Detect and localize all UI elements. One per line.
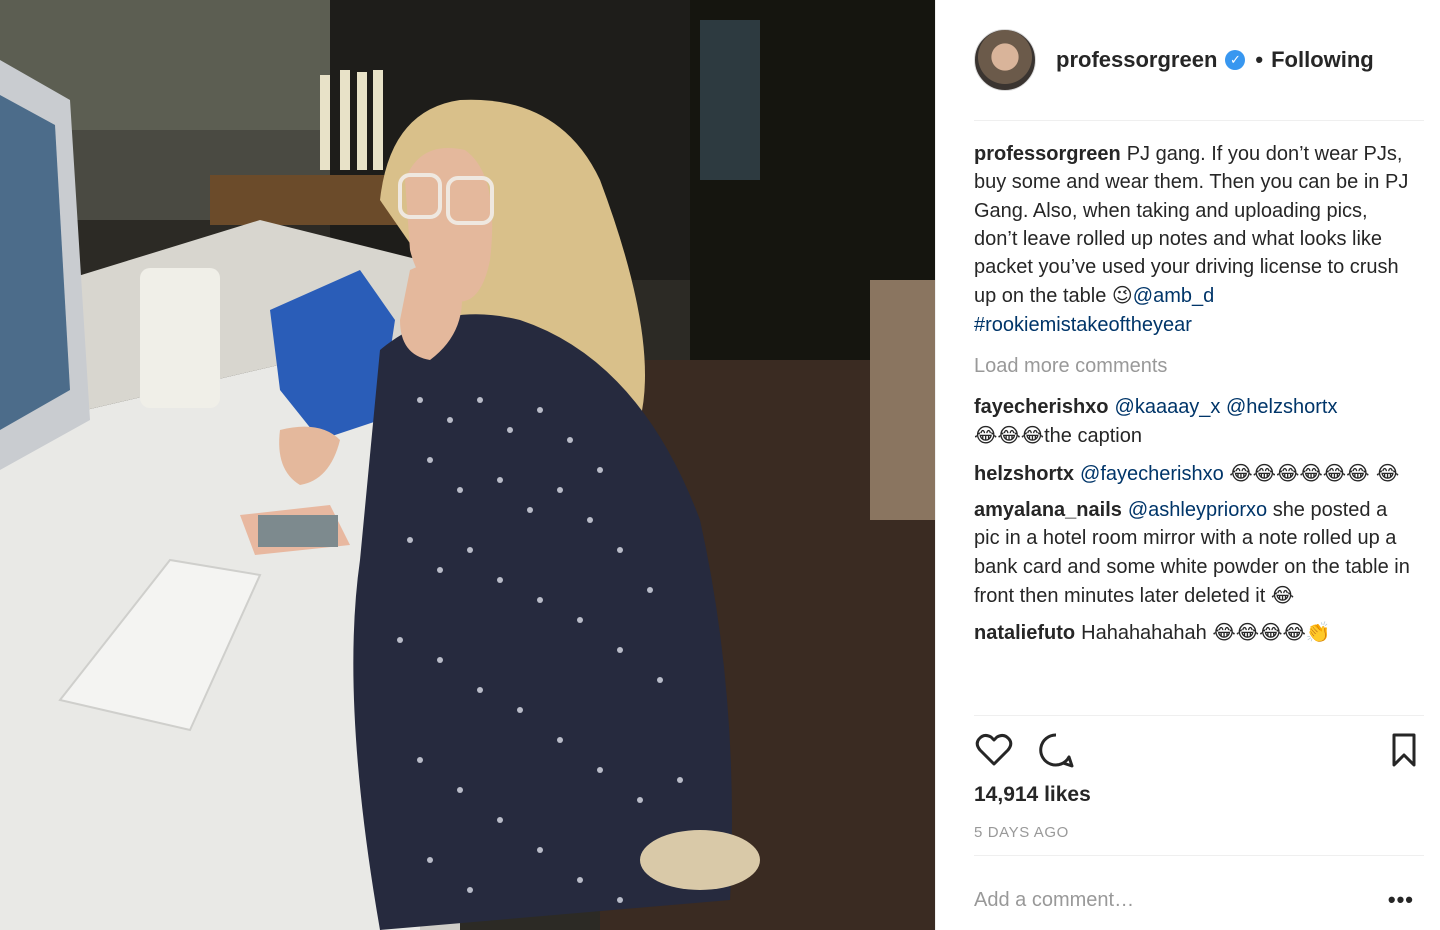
- comment-emoji: 😂: [1270, 582, 1295, 607]
- comment-bubble-icon[interactable]: [1036, 730, 1076, 770]
- comment-mention[interactable]: @ashleypriorxo: [1128, 499, 1267, 521]
- comment-username[interactable]: helzshortx: [974, 463, 1074, 485]
- comment-mention[interactable]: @fayecherishxo: [1080, 463, 1224, 485]
- comment-mention[interactable]: @kaaaay_x @helzshortx: [1115, 396, 1338, 418]
- comment-text: the caption: [1044, 425, 1142, 448]
- caption-hashtag[interactable]: #rookiemistakeoftheyear: [974, 314, 1192, 336]
- post-side-panel: professorgreen ✓ • Following professorgr…: [935, 0, 1440, 930]
- heart-icon[interactable]: [974, 730, 1014, 770]
- header-username[interactable]: professorgreen: [1056, 47, 1217, 73]
- footer-divider: [974, 855, 1424, 856]
- comment-emoji: 😂😂😂😂😂😂 😂: [1229, 460, 1400, 485]
- caption-username[interactable]: professorgreen: [974, 143, 1121, 165]
- comment-username[interactable]: amyalana_nails: [974, 499, 1122, 521]
- verified-check-icon: ✓: [1225, 50, 1246, 70]
- header-separator: •: [1255, 47, 1264, 72]
- list-item: nataliefuto Hahahahahah 😂😂😂😂👏: [974, 618, 1414, 647]
- comment-text: Hahahahahah: [1081, 622, 1207, 645]
- likes-count[interactable]: 14,914 likes: [974, 783, 1091, 807]
- caption-emoji: 😉: [1111, 283, 1133, 308]
- photo-illustration: [0, 0, 935, 930]
- comments-divider: [974, 715, 1424, 716]
- comment-emoji: 😂😂😂😂👏: [1212, 620, 1331, 645]
- list-item: fayecherishxo @kaaaay_x @helzshortx 😂😂😂th…: [974, 393, 1414, 451]
- caption-text: PJ gang. If you don’t wear PJs, buy some…: [974, 143, 1409, 308]
- following-button[interactable]: Following: [1271, 47, 1374, 73]
- add-comment-row: •••: [974, 880, 1414, 920]
- post-actions: [974, 730, 1424, 774]
- load-more-comments-button[interactable]: Load more comments: [974, 353, 1414, 379]
- post-header: professorgreen ✓ • Following: [974, 28, 1424, 92]
- add-comment-input[interactable]: [974, 888, 1354, 912]
- avatar[interactable]: [974, 29, 1036, 91]
- more-options-icon[interactable]: •••: [1388, 887, 1414, 913]
- caption-mention[interactable]: @amb_d: [1133, 285, 1214, 307]
- header-divider: [974, 120, 1424, 121]
- list-item: helzshortx @fayecherishxo 😂😂😂😂😂😂 😂: [974, 459, 1414, 488]
- comments-list[interactable]: professorgreen PJ gang. If you don’t wear…: [974, 140, 1414, 715]
- header-user-row: professorgreen ✓ • Following: [1056, 47, 1374, 73]
- comment-emoji: 😂😂😂: [974, 423, 1045, 448]
- list-item: amyalana_nails @ashleypriorxo she posted …: [974, 496, 1414, 610]
- bookmark-icon[interactable]: [1384, 730, 1424, 770]
- post-timestamp[interactable]: 5 DAYS AGO: [974, 824, 1069, 841]
- comment-username[interactable]: fayecherishxo: [974, 396, 1109, 418]
- post-photo[interactable]: [0, 0, 935, 930]
- caption: professorgreen PJ gang. If you don’t wear…: [974, 140, 1414, 339]
- comment-username[interactable]: nataliefuto: [974, 622, 1075, 644]
